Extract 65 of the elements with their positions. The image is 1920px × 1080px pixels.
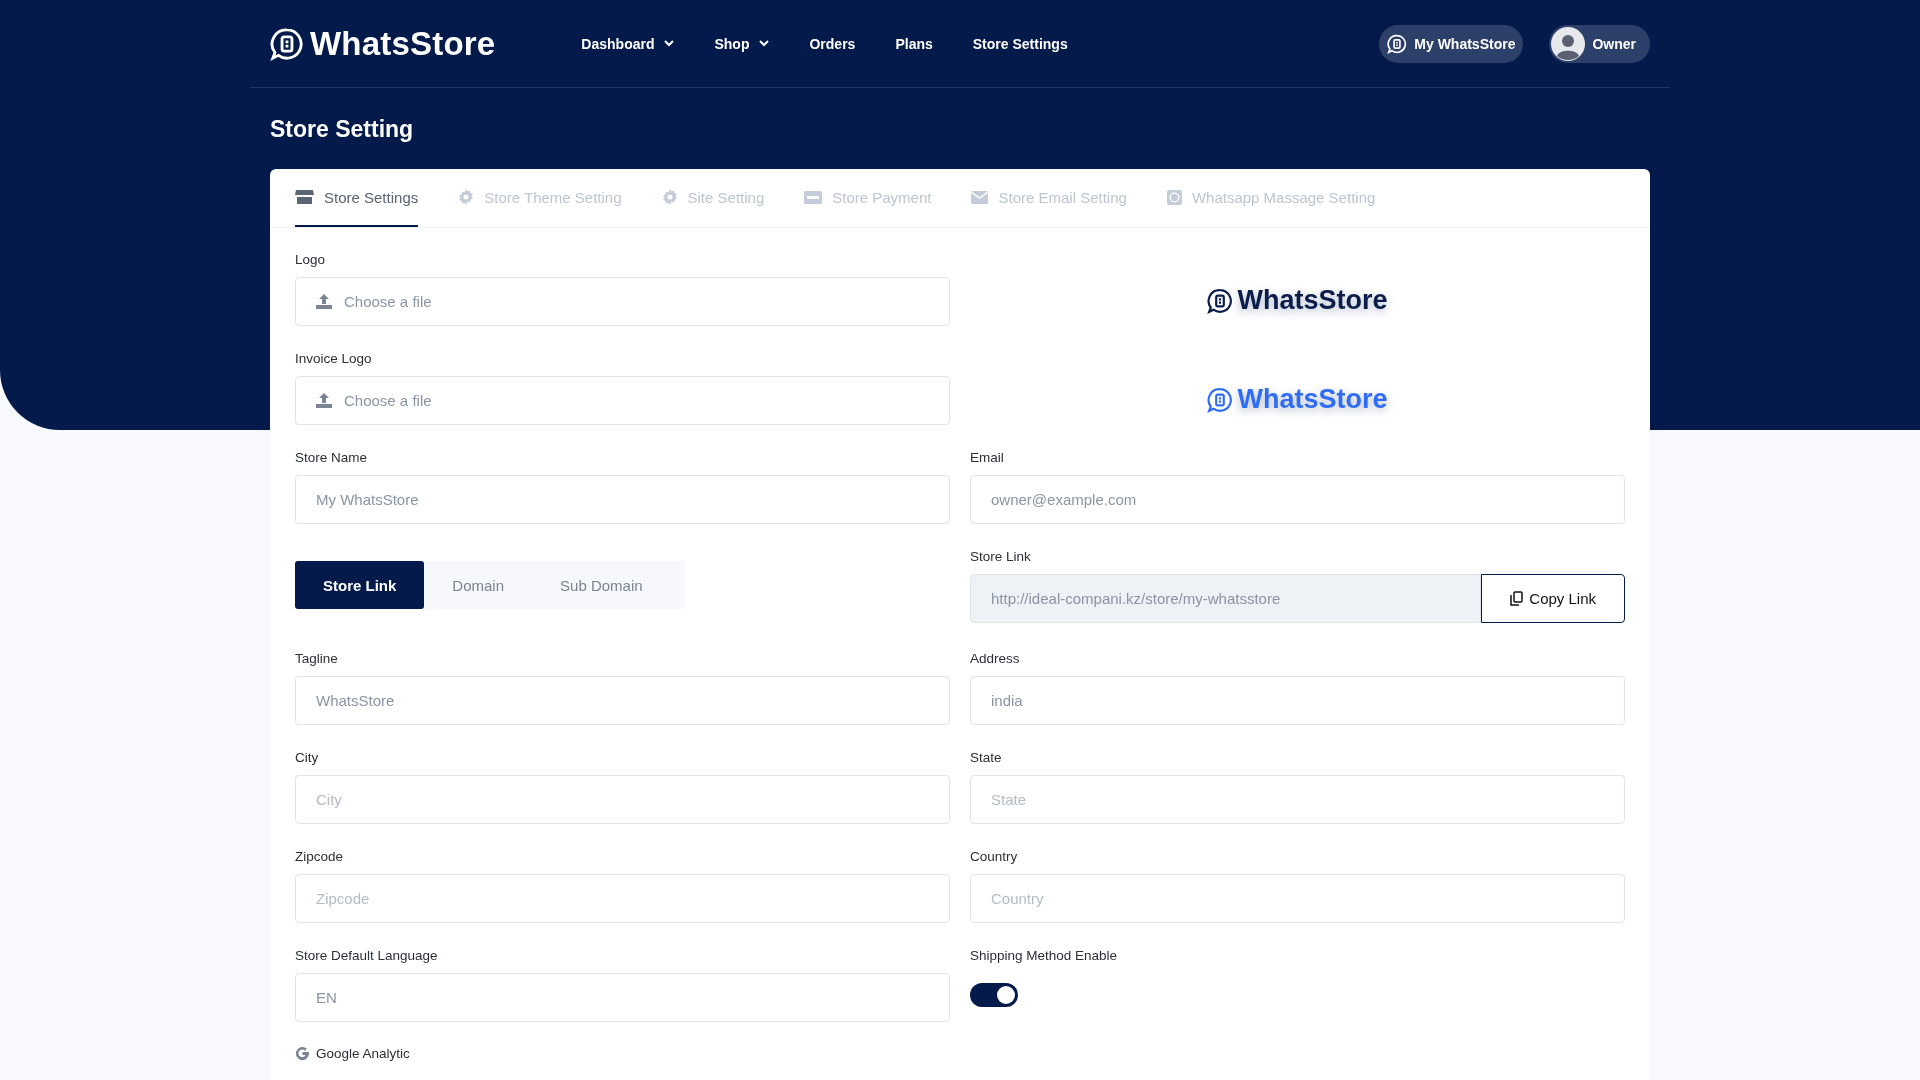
settings-tab[interactable]: Store Settings [295, 169, 419, 227]
gear-icon [458, 189, 475, 205]
gear-icon [661, 189, 678, 205]
store-icon [295, 189, 314, 205]
field-label: Store Name [295, 449, 369, 467]
field-label: State [970, 749, 1003, 767]
field-label: Email [970, 449, 1005, 467]
credit-card-icon [804, 190, 823, 204]
settings-tab[interactable]: Store Email Setting [971, 169, 1127, 227]
file-picker[interactable]: Choose a file [295, 376, 950, 425]
input-field[interactable]: EN [295, 973, 950, 1022]
chevron-down-icon [664, 40, 675, 47]
input-field[interactable]: Country [970, 874, 1625, 923]
nav-link[interactable]: Orders [809, 35, 856, 52]
nav-link[interactable]: Store Settings [972, 35, 1068, 52]
input-field[interactable]: india [970, 676, 1625, 725]
link-type-tab[interactable]: Domain [424, 561, 533, 609]
copy-icon [1510, 591, 1524, 606]
input-field[interactable]: Zipcode [295, 874, 950, 923]
page-title: Store Setting [270, 116, 415, 144]
input-field[interactable]: City [295, 775, 950, 824]
upload-icon [316, 294, 332, 309]
logo-text: WhatsStore [1237, 384, 1388, 415]
chat-bag-icon [1387, 33, 1408, 54]
chat-bag-icon [270, 26, 304, 61]
section-heading: Google Analytic [316, 1046, 410, 1061]
link-type-tab[interactable]: Sub Domain [532, 561, 671, 609]
field-label: Tagline [295, 650, 339, 668]
link-type-tab[interactable]: Store Link [295, 561, 425, 609]
user-menu-button[interactable]: Owner [1549, 24, 1650, 63]
nav-link[interactable]: Plans [895, 35, 933, 52]
input-field[interactable]: My WhatsStore [295, 475, 950, 524]
nav-link[interactable]: Shop [714, 35, 770, 52]
store-button[interactable]: My WhatsStore [1379, 24, 1524, 63]
settings-tab[interactable]: Whatsapp Massage Setting [1166, 169, 1376, 227]
input-field[interactable]: WhatsStore [295, 676, 950, 725]
field-label: City [295, 749, 320, 767]
chat-square-icon [1166, 189, 1182, 205]
field-label: Address [970, 650, 1021, 668]
toggle-switch[interactable] [970, 983, 1018, 1007]
copy-link-button[interactable]: Copy Link [1481, 574, 1625, 623]
input-field[interactable]: owner@example.com [970, 475, 1625, 524]
settings-tab[interactable]: Site Setting [661, 169, 765, 227]
field-label: Store Default Language [295, 947, 439, 965]
avatar-icon [1551, 26, 1586, 61]
settings-tab[interactable]: Store Payment [804, 169, 932, 227]
file-picker[interactable]: Choose a file [295, 277, 950, 326]
store-link-field[interactable]: http://ideal-compani.kz/store/my-whatsstore [970, 574, 1482, 623]
field-label: Store Link [970, 548, 1032, 566]
field-label: Zipcode [295, 848, 345, 866]
field-label: Country [970, 848, 1019, 866]
upload-icon [316, 393, 332, 408]
field-label: Invoice Logo [295, 350, 373, 368]
input-field[interactable]: State [970, 775, 1625, 824]
chat-bag-icon [1207, 386, 1234, 413]
brand-name: WhatsStore [310, 24, 496, 63]
field-label: Shipping Method Enable [970, 947, 1119, 965]
field-label: Logo [295, 251, 327, 269]
settings-tab[interactable]: Store Theme Setting [458, 169, 622, 227]
nav-link[interactable]: Dashboard [581, 35, 675, 52]
logo-text: WhatsStore [1237, 285, 1388, 316]
mail-icon [971, 190, 989, 204]
chevron-down-icon [759, 40, 770, 47]
chat-bag-icon [1207, 287, 1234, 314]
google-icon [295, 1046, 310, 1061]
